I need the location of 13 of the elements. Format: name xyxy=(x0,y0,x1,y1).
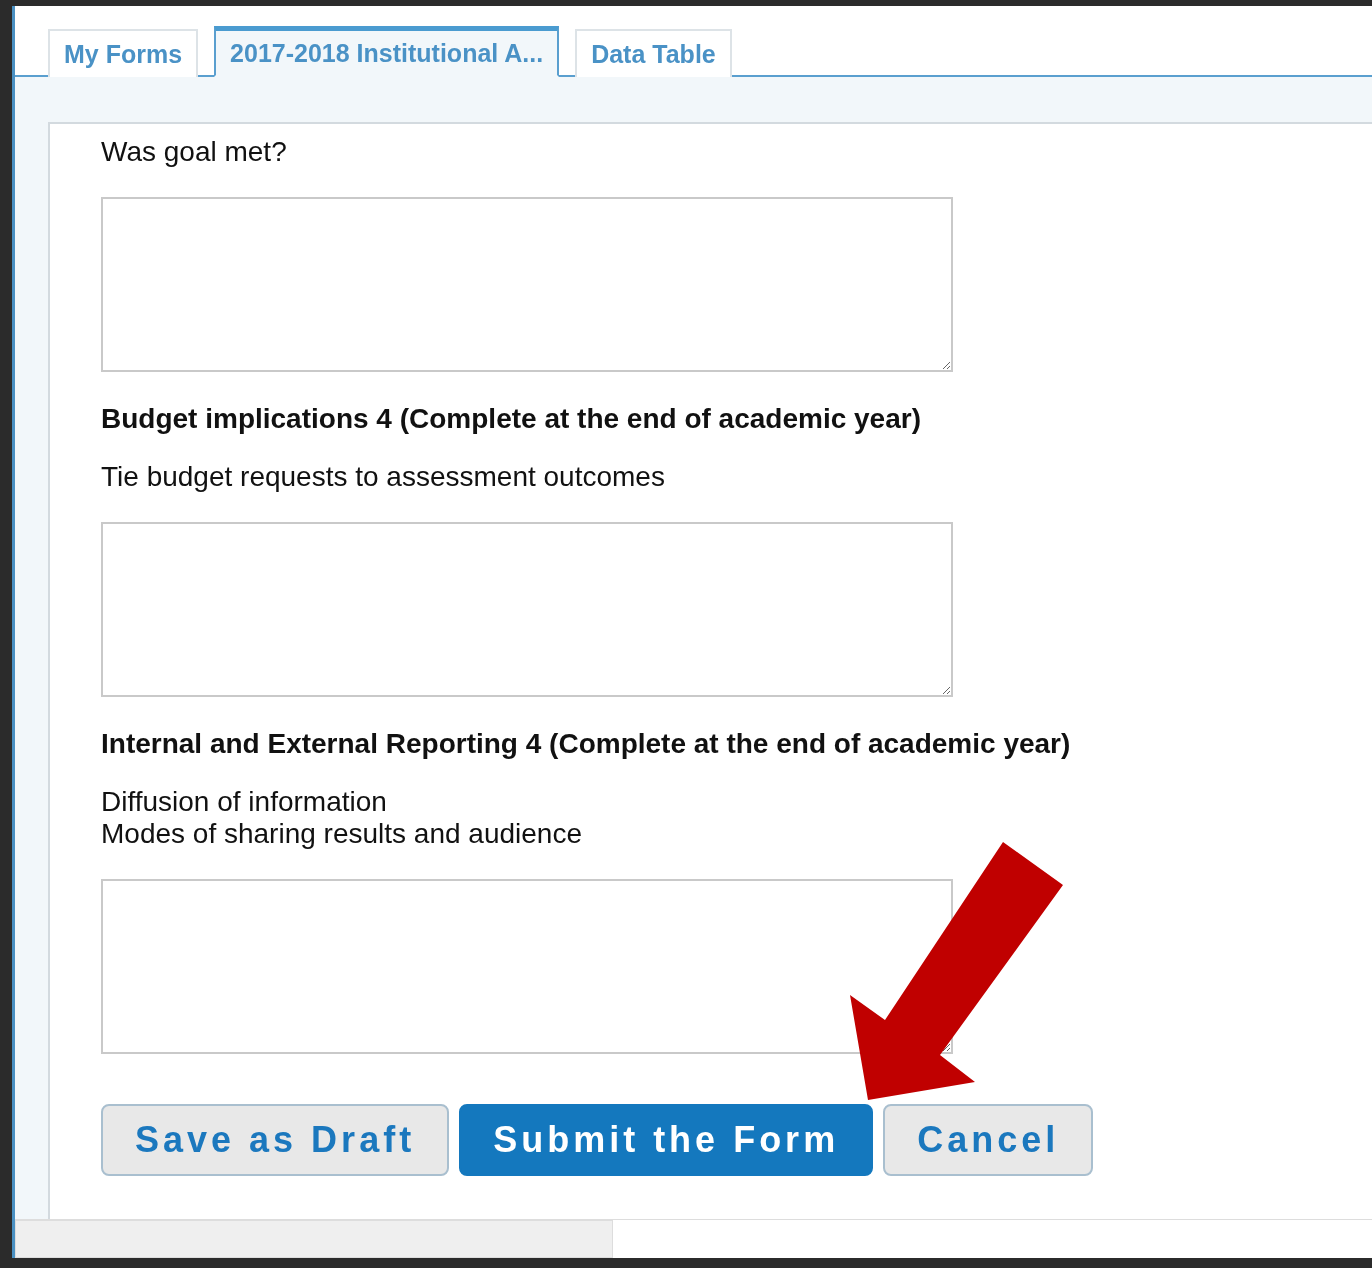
field-description: Tie budget requests to assessment outcomes xyxy=(101,461,666,493)
form-button[interactable]: Cancel xyxy=(883,1104,1094,1176)
field-description: Was goal met? xyxy=(101,136,288,168)
tab[interactable]: 2017-2018 Institutional A... xyxy=(214,26,560,77)
text-area[interactable] xyxy=(101,879,953,1054)
section-heading: Internal and External Reporting 4 (Complete at the end of academic year) xyxy=(101,728,1072,760)
field-description: Diffusion of information xyxy=(101,786,388,818)
form-button[interactable]: Save as Draft xyxy=(101,1104,450,1176)
tab[interactable]: Data Table xyxy=(575,29,732,77)
submit-button[interactable]: Submit the Form xyxy=(459,1104,874,1176)
field-description: Modes of sharing results and audience xyxy=(101,818,583,850)
section-heading: Budget implications 4 (Complete at the end of academic year) xyxy=(101,403,922,435)
tab[interactable]: My Forms xyxy=(48,29,199,77)
